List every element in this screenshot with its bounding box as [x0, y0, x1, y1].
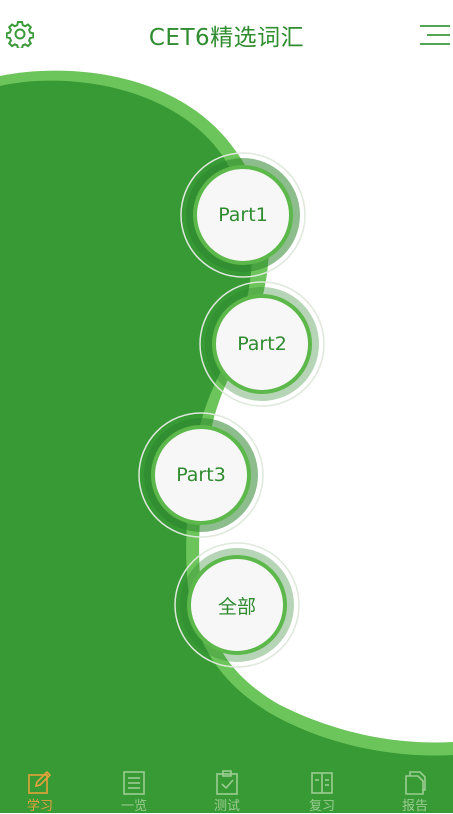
all-parts-button[interactable]: 全部: [187, 555, 287, 655]
clipboard-check-icon: [216, 770, 238, 795]
tab-overview-label: 一览: [120, 799, 147, 814]
tab-overview[interactable]: 一览: [99, 770, 169, 814]
page-title: CET6精选词汇: [148, 25, 305, 51]
part2-label: Part2: [237, 333, 287, 355]
part2-button[interactable]: Part2: [212, 294, 312, 394]
tab-report[interactable]: 报告: [380, 770, 450, 814]
tab-review[interactable]: 复习: [287, 770, 357, 814]
book-icon: [311, 772, 333, 794]
part3-button[interactable]: Part3: [151, 425, 251, 525]
document-icon: [405, 771, 426, 795]
edit-icon: [28, 770, 52, 794]
bottom-tab-bar: 学习 一览 测试 复习 报告: [0, 760, 453, 814]
tab-review-label: 复习: [308, 799, 335, 814]
part3-label: Part3: [176, 464, 226, 486]
tab-report-label: 报告: [401, 799, 428, 814]
background-curve: [0, 70, 453, 813]
tab-test-label: 测试: [213, 799, 240, 814]
all-parts-label: 全部: [217, 595, 256, 618]
tab-study-label: 学习: [26, 799, 53, 814]
part1-button[interactable]: Part1: [193, 165, 293, 265]
list-icon: [123, 771, 145, 795]
tab-test[interactable]: 测试: [192, 770, 262, 814]
tab-study[interactable]: 学习: [5, 770, 75, 814]
app-header: CET6精选词汇: [0, 0, 453, 68]
menu-icon[interactable]: [419, 23, 451, 47]
part1-label: Part1: [218, 204, 268, 226]
